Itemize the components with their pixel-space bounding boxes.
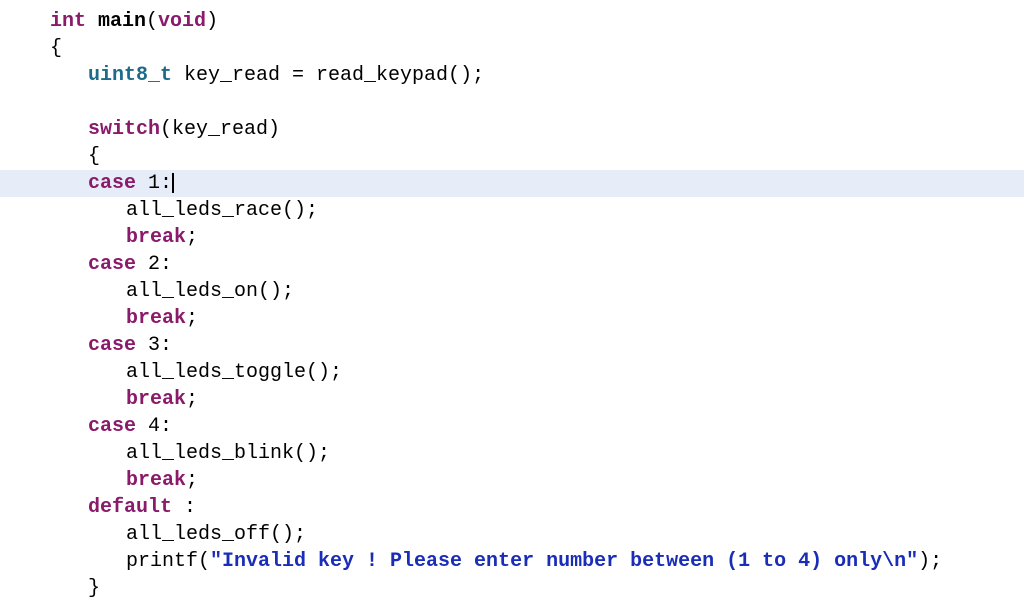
code-token: } [88, 577, 100, 600]
code-token: switch [88, 118, 160, 141]
code-line: case 1: [0, 170, 1024, 197]
code-line: switch(key_read) [0, 116, 1024, 143]
code-token: printf( [126, 550, 210, 573]
code-token: "Invalid key ! Please enter number betwe… [210, 550, 918, 573]
text-cursor [172, 173, 174, 193]
code-token: all_leds_race(); [126, 199, 318, 222]
code-line: all_leds_toggle(); [0, 359, 1024, 386]
code-token: ( [146, 10, 158, 33]
code-token: (key_read) [160, 118, 280, 141]
code-token: case [88, 415, 136, 438]
code-token: all_leds_off(); [126, 523, 306, 546]
code-token: : [172, 496, 196, 519]
code-line: break; [0, 467, 1024, 494]
code-line: default : [0, 494, 1024, 521]
code-token: int [50, 10, 98, 33]
code-token: break [126, 307, 186, 330]
code-token: key_read = read_keypad(); [172, 64, 484, 87]
code-token: all_leds_toggle(); [126, 361, 342, 384]
code-token: ); [918, 550, 942, 573]
code-token: case [88, 334, 136, 357]
code-line: all_leds_off(); [0, 521, 1024, 548]
code-token: 1: [136, 172, 172, 195]
code-token: ) [206, 10, 218, 33]
code-token: uint8_t [88, 64, 172, 87]
code-line: break; [0, 305, 1024, 332]
code-token: 4: [136, 415, 172, 438]
code-token: break [126, 226, 186, 249]
code-token: ; [186, 469, 198, 492]
code-line: } [0, 575, 1024, 602]
code-token: void [158, 10, 206, 33]
code-line: all_leds_blink(); [0, 440, 1024, 467]
code-line: all_leds_race(); [0, 197, 1024, 224]
code-token: ; [186, 226, 198, 249]
code-line: break; [0, 224, 1024, 251]
code-block: int main(void){uint8_t key_read = read_k… [0, 0, 1024, 602]
code-token: ; [186, 388, 198, 411]
code-line: { [0, 35, 1024, 62]
code-token: default [88, 496, 172, 519]
code-token: case [88, 253, 136, 276]
code-token: ; [186, 307, 198, 330]
code-line: uint8_t key_read = read_keypad(); [0, 62, 1024, 89]
code-token: 2: [136, 253, 172, 276]
code-token: main [98, 10, 146, 33]
code-line: break; [0, 386, 1024, 413]
code-line: int main(void) [0, 8, 1024, 35]
code-line: printf("Invalid key ! Please enter numbe… [0, 548, 1024, 575]
code-token: { [50, 37, 62, 60]
code-line: case 2: [0, 251, 1024, 278]
code-line: all_leds_on(); [0, 278, 1024, 305]
code-line: { [0, 143, 1024, 170]
code-token: all_leds_blink(); [126, 442, 330, 465]
code-token: break [126, 388, 186, 411]
code-line: case 4: [0, 413, 1024, 440]
code-token: case [88, 172, 136, 195]
code-token: break [126, 469, 186, 492]
code-token: { [88, 145, 100, 168]
code-token: 3: [136, 334, 172, 357]
code-line [0, 89, 1024, 116]
code-token: all_leds_on(); [126, 280, 294, 303]
code-line: case 3: [0, 332, 1024, 359]
